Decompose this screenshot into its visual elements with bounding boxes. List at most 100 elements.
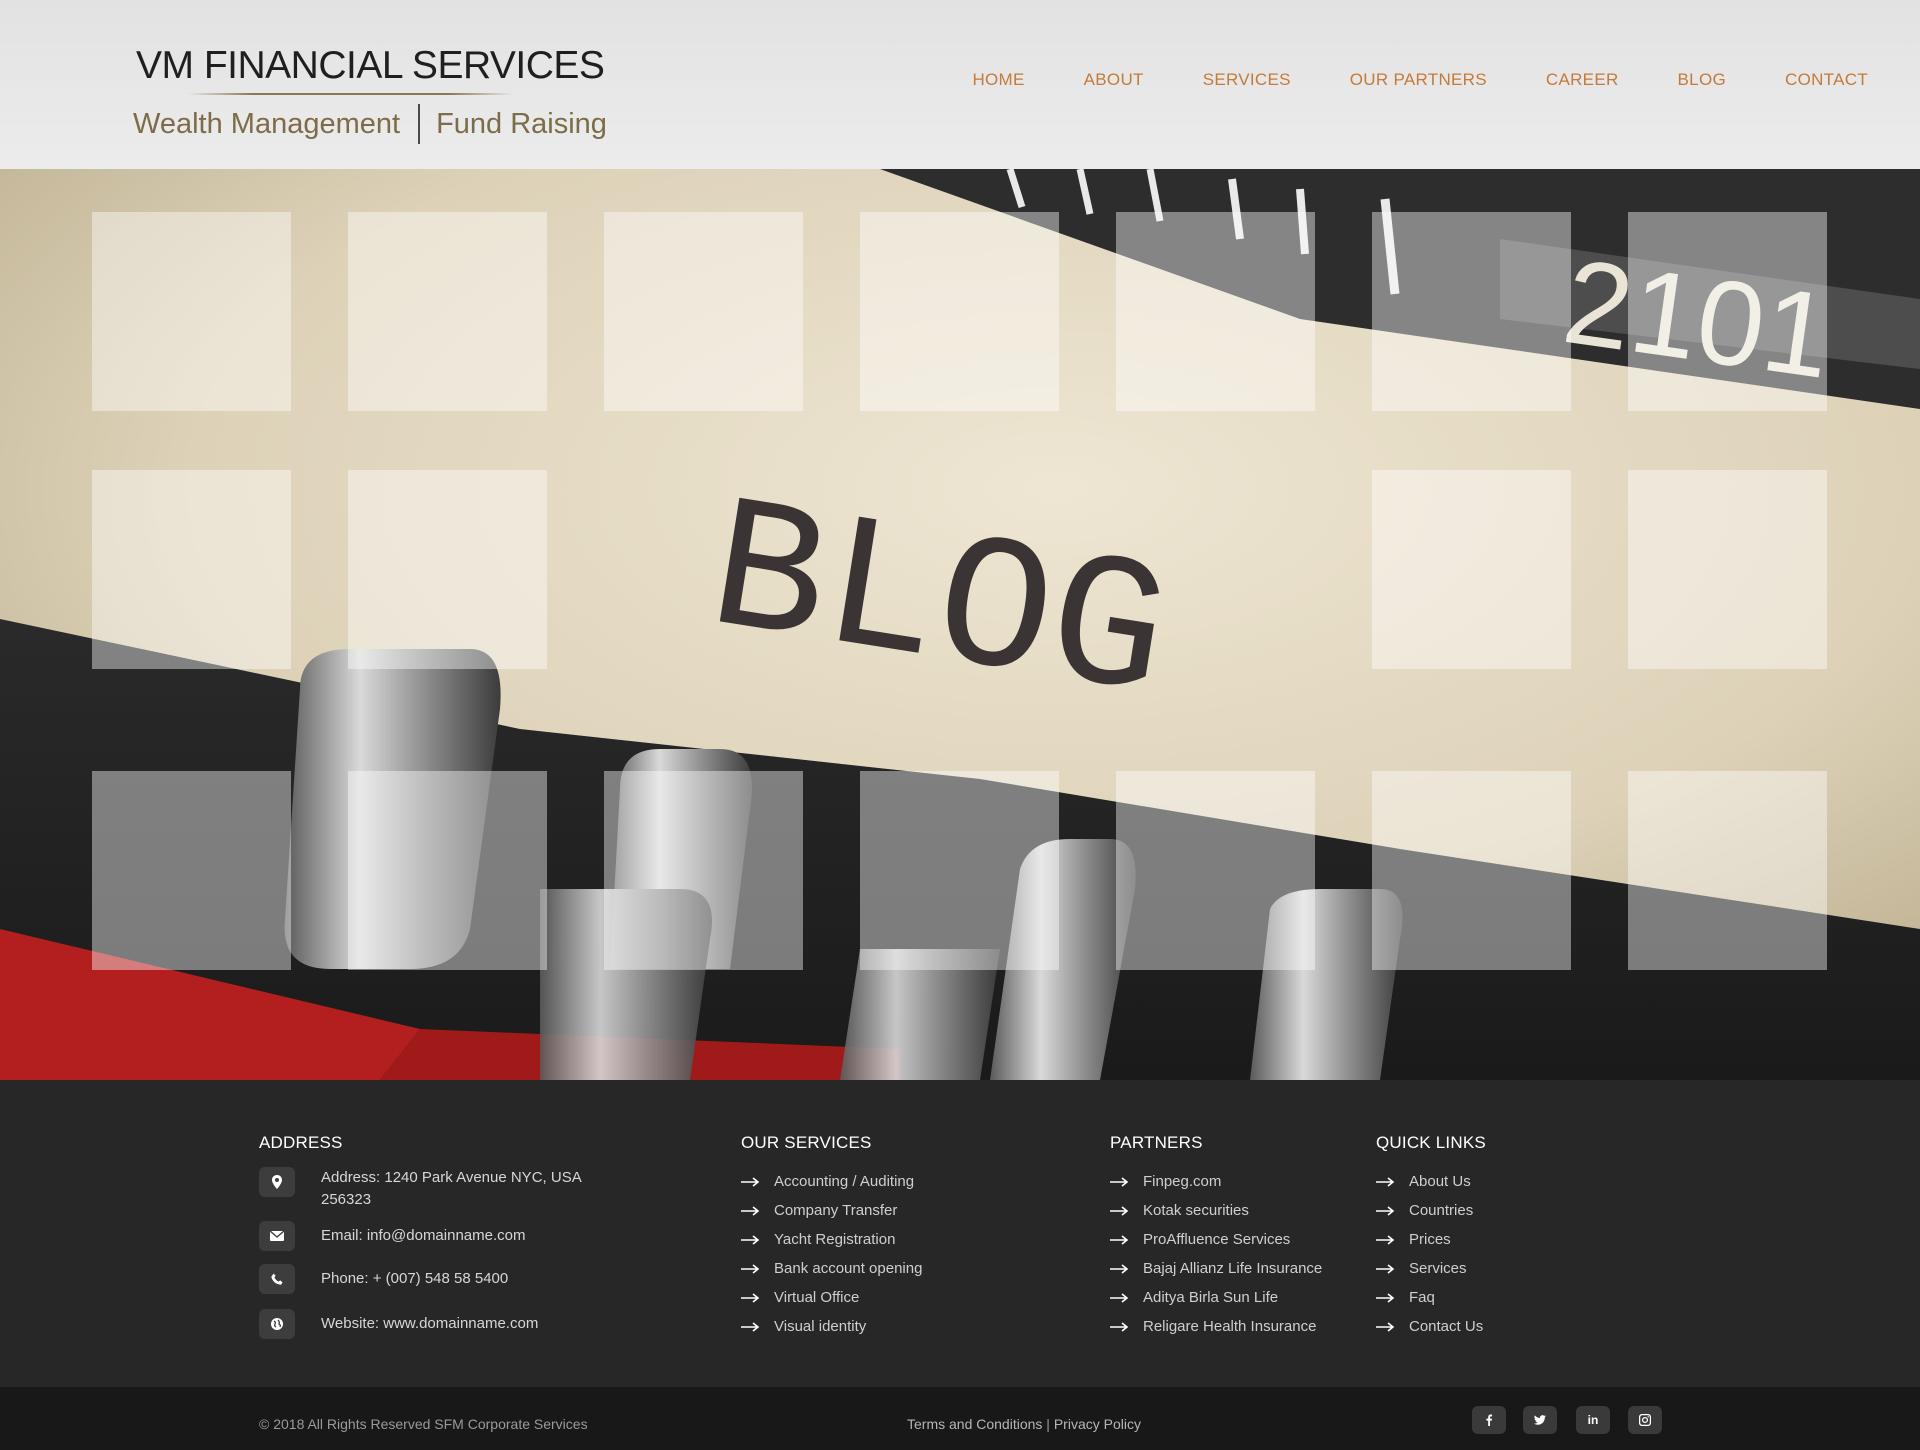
arrow-right-icon <box>1376 1263 1395 1274</box>
hero-tile <box>1628 212 1827 411</box>
hero-tile <box>348 771 547 970</box>
arrow-right-icon <box>741 1321 760 1332</box>
address-text: Address: 1240 Park Avenue NYC, USA 25632… <box>321 1169 581 1208</box>
brand-tagline: Wealth Management Fund Raising <box>133 104 607 144</box>
hero-banner: 2101 BLOG <box>0 169 1920 1080</box>
partner-link[interactable]: Kotak securities <box>1110 1196 1322 1225</box>
brand-title: VM FINANCIAL SERVICES <box>136 44 605 87</box>
map-pin-icon <box>259 1167 295 1197</box>
arrow-right-icon <box>1376 1292 1395 1303</box>
service-link[interactable]: Yacht Registration <box>741 1225 922 1254</box>
tagline-left: Wealth Management <box>133 107 401 140</box>
hero-tile <box>92 212 291 411</box>
hero-tile <box>1372 470 1571 669</box>
arrow-right-icon <box>741 1176 760 1187</box>
partner-link[interactable]: Bajaj Allianz Life Insurance <box>1110 1254 1322 1283</box>
arrow-right-icon <box>1376 1176 1395 1187</box>
partner-link[interactable]: Finpeg.com <box>1110 1167 1322 1196</box>
logo-divider <box>188 93 513 95</box>
quick-link[interactable]: Prices <box>1376 1225 1486 1254</box>
tagline-right: Fund Raising <box>436 107 607 140</box>
nav-our-partners[interactable]: OUR PARTNERS <box>1350 70 1487 90</box>
linkedin-icon[interactable]: in <box>1576 1406 1610 1434</box>
twitter-icon[interactable] <box>1523 1406 1557 1434</box>
copyright-text: © 2018 All Rights Reserved SFM Corporate… <box>259 1416 588 1432</box>
envelope-icon <box>259 1221 295 1251</box>
partner-link[interactable]: Aditya Birla Sun Life <box>1110 1283 1322 1312</box>
partner-link[interactable]: Religare Health Insurance <box>1110 1312 1322 1341</box>
tagline-separator <box>418 104 421 144</box>
arrow-right-icon <box>1110 1263 1129 1274</box>
hero-tile <box>348 470 547 669</box>
hero-tile <box>1372 771 1571 970</box>
arrow-right-icon <box>1110 1205 1129 1216</box>
arrow-right-icon <box>1110 1292 1129 1303</box>
quick-link[interactable]: Contact Us <box>1376 1312 1486 1341</box>
arrow-right-icon <box>1110 1234 1129 1245</box>
service-link[interactable]: Accounting / Auditing <box>741 1167 922 1196</box>
service-link[interactable]: Bank account opening <box>741 1254 922 1283</box>
arrow-right-icon <box>1376 1205 1395 1216</box>
legal-separator: | <box>1042 1416 1054 1432</box>
arrow-right-icon <box>741 1263 760 1274</box>
instagram-icon[interactable] <box>1628 1406 1662 1434</box>
hero-tile <box>1628 771 1827 970</box>
quick-links-heading: QUICK LINKS <box>1376 1133 1486 1152</box>
address-row: Address: 1240 Park Avenue NYC, USA 25632… <box>259 1167 611 1211</box>
footer-partners: PARTNERS Finpeg.com Kotak securities Pro… <box>1110 1133 1322 1341</box>
arrow-right-icon <box>1110 1176 1129 1187</box>
service-link[interactable]: Visual identity <box>741 1312 922 1341</box>
phone-text[interactable]: Phone: + (007) 548 58 5400 <box>321 1268 611 1290</box>
arrow-right-icon <box>1110 1321 1129 1332</box>
globe-icon <box>259 1309 295 1339</box>
arrow-right-icon <box>741 1205 760 1216</box>
hero-tile <box>1116 771 1315 970</box>
phone-row: Phone: + (007) 548 58 5400 <box>259 1264 611 1294</box>
partners-heading: PARTNERS <box>1110 1133 1203 1152</box>
bottom-bar: © 2018 All Rights Reserved SFM Corporate… <box>0 1387 1920 1450</box>
terms-link[interactable]: Terms and Conditions <box>907 1416 1042 1432</box>
partner-link[interactable]: ProAffluence Services <box>1110 1225 1322 1254</box>
quick-link[interactable]: Services <box>1376 1254 1486 1283</box>
hero-tile <box>348 212 547 411</box>
phone-icon <box>259 1264 295 1294</box>
website-row: Website: www.domainname.com <box>259 1309 611 1339</box>
site-footer: ADDRESS Address: 1240 Park Avenue NYC, U… <box>0 1080 1920 1387</box>
hero-tile <box>1116 212 1315 411</box>
arrow-right-icon <box>1376 1234 1395 1245</box>
legal-links: Terms and Conditions | Privacy Policy <box>907 1416 1141 1432</box>
service-link[interactable]: Virtual Office <box>741 1283 922 1312</box>
arrow-right-icon <box>741 1234 760 1245</box>
hero-tile <box>1372 212 1571 411</box>
nav-blog[interactable]: BLOG <box>1678 70 1726 90</box>
nav-career[interactable]: CAREER <box>1546 70 1619 90</box>
address-heading: ADDRESS <box>259 1133 343 1152</box>
hero-tile <box>860 212 1059 411</box>
facebook-icon[interactable] <box>1472 1406 1506 1434</box>
email-text[interactable]: Email: info@domainname.com <box>321 1225 611 1247</box>
services-heading: OUR SERVICES <box>741 1133 872 1152</box>
hero-tile <box>92 771 291 970</box>
service-link[interactable]: Company Transfer <box>741 1196 922 1225</box>
arrow-right-icon <box>1376 1321 1395 1332</box>
nav-services[interactable]: SERVICES <box>1203 70 1291 90</box>
quick-link[interactable]: About Us <box>1376 1167 1486 1196</box>
nav-about[interactable]: ABOUT <box>1084 70 1144 90</box>
hero-tile <box>92 470 291 669</box>
nav-contact[interactable]: CONTACT <box>1785 70 1868 90</box>
email-row: Email: info@domainname.com <box>259 1221 611 1251</box>
hero-tile <box>604 771 803 970</box>
privacy-link[interactable]: Privacy Policy <box>1054 1416 1141 1432</box>
nav-home[interactable]: HOME <box>972 70 1024 90</box>
footer-services: OUR SERVICES Accounting / Auditing Compa… <box>741 1133 922 1341</box>
hero-tile <box>1628 470 1827 669</box>
footer-address: ADDRESS Address: 1240 Park Avenue NYC, U… <box>259 1133 611 1339</box>
hero-tile <box>860 771 1059 970</box>
footer-quick-links: QUICK LINKS About Us Countries Prices Se… <box>1376 1133 1486 1341</box>
website-text[interactable]: Website: www.domainname.com <box>321 1313 611 1335</box>
arrow-right-icon <box>741 1292 760 1303</box>
brand-logo[interactable]: VM FINANCIAL SERVICES Wealth Management … <box>133 44 607 144</box>
hero-tile <box>604 212 803 411</box>
quick-link[interactable]: Countries <box>1376 1196 1486 1225</box>
quick-link[interactable]: Faq <box>1376 1283 1486 1312</box>
